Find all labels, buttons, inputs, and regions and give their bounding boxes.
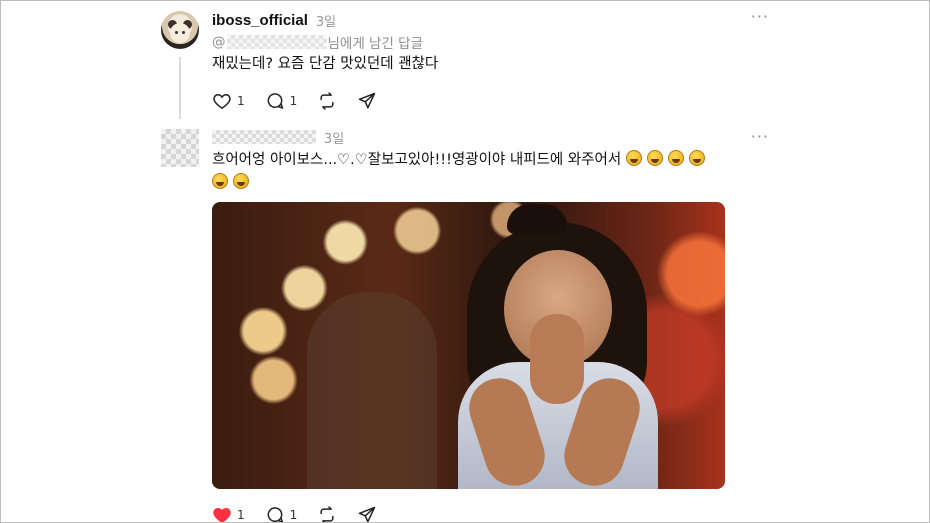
like-count: 1 [237,94,245,108]
grinning-squinting-emoji-icon [212,173,228,189]
timestamp[interactable]: 3일 [316,11,336,30]
like-count: 1 [237,508,245,522]
heart-filled-icon [213,507,231,522]
repost-button[interactable] [317,91,337,111]
share-button[interactable] [357,505,377,522]
reply-count: 1 [289,508,298,522]
at-sign: @ [212,34,226,50]
avatar-eye [175,31,178,34]
blurred-mention[interactable] [226,35,327,49]
reply-button[interactable]: 1 [265,505,298,522]
gif-background-figure [307,292,437,489]
send-icon [359,92,376,109]
avatar-eye [182,31,185,34]
comment-bubble-icon [267,507,283,522]
reply-button[interactable]: 1 [265,91,298,111]
gif-clapping-hands [530,314,584,404]
blurred-username[interactable] [212,130,316,144]
more-options-icon[interactable]: ··· [751,9,769,25]
like-button[interactable]: 1 [212,91,245,111]
post-text-line: 흐어어엉 아이보스...♡.♡잘보고있아!!!영광이야 내피드에 와주어서 [212,152,622,168]
avatar-face [170,23,190,43]
post-actions: 1 1 [212,505,397,522]
post-text: 흐어어엉 아이보스...♡.♡잘보고있아!!!영광이야 내피드에 와주어서 [212,149,772,195]
post-text: 재밌는데? 요즘 단감 맛있던데 괜찮다 [212,56,439,72]
threads-feed-window: iboss_official 3일 ··· @ 님에게 남긴 답글 재밌는데? … [0,0,930,523]
comment-bubble-icon [267,93,283,109]
reply-count: 1 [289,94,298,108]
avatar[interactable] [161,11,199,49]
more-options-icon[interactable]: ··· [751,129,769,145]
repost-button[interactable] [317,505,337,522]
gif-bow [507,204,567,234]
post-actions: 1 1 [212,91,397,111]
reply-to-label: 님에게 남긴 답글 [327,36,424,52]
username[interactable]: iboss_official [212,12,308,29]
heart-icon [213,93,231,109]
post-header: iboss_official 3일 [212,10,336,30]
reply-to-line: @ 님에게 남긴 답글 [212,32,423,52]
grinning-squinting-emoji-icon [646,150,663,166]
thread-connector-line [179,57,181,119]
send-icon [359,506,376,522]
attached-gif[interactable] [212,202,725,489]
timestamp[interactable]: 3일 [324,128,344,147]
grinning-squinting-emoji-icon [667,150,684,166]
repost-icon [320,92,334,110]
like-button[interactable]: 1 [212,505,245,522]
share-button[interactable] [357,91,377,111]
grinning-squinting-emoji-icon [688,150,705,166]
repost-icon [320,506,334,522]
emoji-group [625,150,710,168]
grinning-squinting-emoji-icon [233,173,249,189]
grinning-squinting-emoji-icon [625,150,642,166]
post-header: 3일 [212,127,344,147]
avatar-blurred[interactable] [161,129,199,167]
